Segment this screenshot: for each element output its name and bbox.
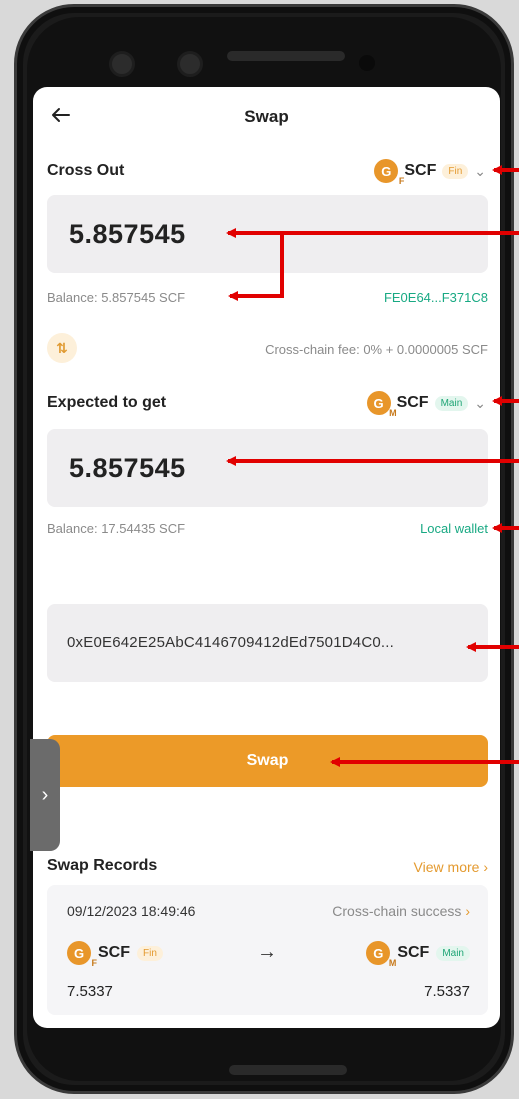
token-name: SCF bbox=[404, 162, 437, 179]
expected-amount-field: 5.857545 bbox=[47, 429, 488, 507]
app-screen: Swap Cross Out GF SCF Fin ⌄ 5.857545 Bal… bbox=[33, 87, 500, 1028]
cross-out-amount-field[interactable]: 5.857545 bbox=[47, 195, 488, 273]
cross-out-label: Cross Out bbox=[47, 162, 125, 179]
swap-button[interactable]: Swap bbox=[47, 735, 488, 787]
record-from-amount: 7.5337 bbox=[67, 983, 113, 1000]
cross-chain-fee: Cross-chain fee: 0% + 0.0000005 SCF bbox=[265, 342, 488, 357]
view-more-link[interactable]: View more › bbox=[414, 859, 488, 875]
camera-icon bbox=[109, 51, 135, 77]
scf-coin-icon: GF bbox=[67, 941, 97, 968]
scf-coin-icon: GM bbox=[366, 391, 397, 418]
swap-records-title: Swap Records bbox=[47, 857, 158, 874]
cross-out-amount[interactable]: 5.857545 bbox=[69, 219, 186, 250]
local-wallet-link[interactable]: Local wallet bbox=[420, 521, 488, 536]
view-more-label: View more bbox=[413, 859, 480, 875]
chevron-right-icon: › bbox=[465, 903, 470, 919]
expected-balance: Balance: 17.54435 SCF bbox=[47, 521, 186, 536]
expected-token-selector[interactable]: GM SCF Main ⌄ bbox=[366, 391, 486, 418]
chevron-down-icon: ⌄ bbox=[474, 162, 486, 179]
chevron-right-icon: › bbox=[483, 859, 488, 875]
arrow-right-icon: → bbox=[257, 941, 277, 963]
header: Swap bbox=[33, 87, 500, 147]
front-sensor bbox=[359, 55, 375, 71]
scf-coin-icon: GF bbox=[374, 159, 404, 186]
token-name: SCF bbox=[396, 394, 429, 411]
record-status-label: Cross-chain success bbox=[332, 903, 462, 919]
token-tag: Main bbox=[436, 945, 470, 961]
side-drawer-tab[interactable]: › bbox=[30, 739, 60, 851]
token-tag: Fin bbox=[137, 945, 163, 961]
speaker-grille bbox=[227, 51, 345, 61]
home-bar bbox=[229, 1065, 347, 1075]
scf-coin-icon: GM bbox=[366, 941, 396, 968]
record-from-token: GF SCF Fin bbox=[67, 941, 163, 968]
token-name: SCF bbox=[397, 944, 430, 961]
cross-out-token-selector[interactable]: GF SCF Fin ⌄ bbox=[374, 159, 486, 186]
record-status[interactable]: Cross-chain success › bbox=[332, 903, 470, 919]
receive-address-field[interactable]: 0xE0E642E25AbC4146709412dEd7501D4C0... bbox=[47, 604, 488, 682]
expected-label: Expected to get bbox=[47, 394, 167, 411]
record-time: 09/12/2023 18:49:46 bbox=[67, 903, 196, 919]
page-title: Swap bbox=[244, 107, 289, 126]
cross-out-balance: Balance: 5.857545 SCF bbox=[47, 290, 186, 305]
record-to-token: GM SCF Main bbox=[366, 941, 470, 968]
token-name: SCF bbox=[98, 944, 130, 961]
token-tag: Main bbox=[434, 395, 469, 411]
expected-amount: 5.857545 bbox=[69, 453, 186, 483]
chevron-down-icon: ⌄ bbox=[474, 394, 486, 411]
record-to-amount: 7.5337 bbox=[424, 983, 470, 1000]
swap-record-item[interactable]: 09/12/2023 18:49:46 Cross-chain success … bbox=[47, 885, 488, 1015]
swap-vertical-icon[interactable]: ⇅ bbox=[47, 333, 77, 363]
chevron-right-icon: › bbox=[41, 783, 49, 806]
receive-address[interactable]: 0xE0E642E25AbC4146709412dEd7501D4C0... bbox=[67, 634, 394, 651]
camera-icon bbox=[177, 51, 203, 77]
token-tag: Fin bbox=[442, 163, 469, 179]
cross-out-address[interactable]: FE0E64...F371C8 bbox=[384, 290, 488, 305]
